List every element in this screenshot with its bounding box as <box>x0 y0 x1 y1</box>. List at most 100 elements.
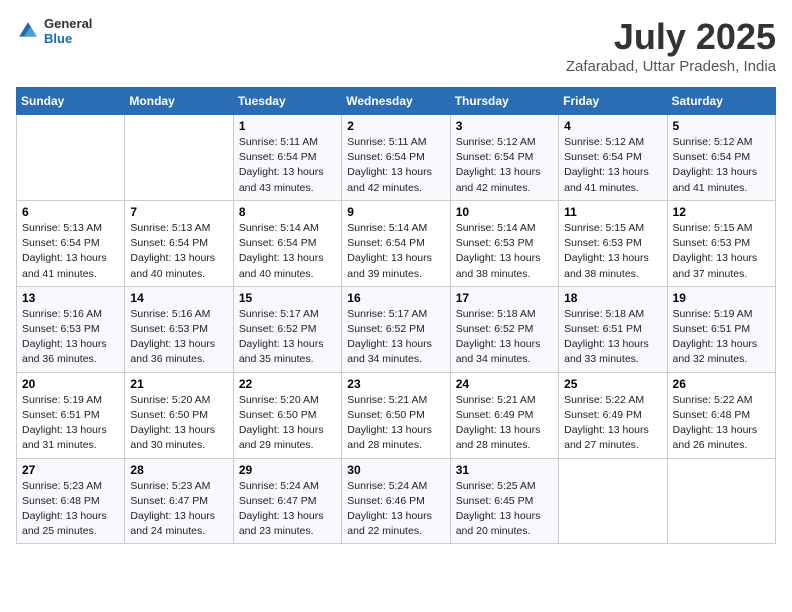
calendar-cell: 25 Sunrise: 5:22 AMSunset: 6:49 PMDayligh… <box>559 372 667 458</box>
logo-blue: Blue <box>44 31 92 46</box>
calendar-cell: 20 Sunrise: 5:19 AMSunset: 6:51 PMDayligh… <box>17 372 125 458</box>
cell-info: Sunrise: 5:24 AMSunset: 6:46 PMDaylight:… <box>347 480 432 538</box>
day-number: 29 <box>239 463 336 477</box>
calendar-cell: 28 Sunrise: 5:23 AMSunset: 6:47 PMDayligh… <box>125 458 233 544</box>
cell-info: Sunrise: 5:22 AMSunset: 6:48 PMDaylight:… <box>673 394 758 452</box>
main-title: July 2025 <box>566 16 776 58</box>
cell-info: Sunrise: 5:11 AMSunset: 6:54 PMDaylight:… <box>347 136 432 194</box>
day-number: 28 <box>130 463 227 477</box>
subtitle: Zafarabad, Uttar Pradesh, India <box>566 58 776 75</box>
calendar-cell: 5 Sunrise: 5:12 AMSunset: 6:54 PMDaylight… <box>667 115 775 201</box>
calendar-cell: 6Sunrise: 5:13 AMSunset: 6:54 PMDaylight… <box>17 200 125 286</box>
day-number: 8 <box>239 205 336 219</box>
cell-info: Sunrise: 5:23 AMSunset: 6:48 PMDaylight:… <box>22 480 107 538</box>
day-number: 13 <box>22 291 119 305</box>
day-number: 10 <box>456 205 553 219</box>
day-number: 1 <box>239 119 336 133</box>
calendar-cell: 3 Sunrise: 5:12 AMSunset: 6:54 PMDaylight… <box>450 115 558 201</box>
calendar-cell: 26 Sunrise: 5:22 AMSunset: 6:48 PMDayligh… <box>667 372 775 458</box>
calendar-cell: 27 Sunrise: 5:23 AMSunset: 6:48 PMDayligh… <box>17 458 125 544</box>
cell-info: Sunrise: 5:12 AMSunset: 6:54 PMDaylight:… <box>456 136 541 194</box>
calendar-cell: 15Sunrise: 5:17 AMSunset: 6:52 PMDayligh… <box>233 286 341 372</box>
calendar-cell <box>559 458 667 544</box>
day-number: 5 <box>673 119 770 133</box>
cell-info: Sunrise: 5:14 AMSunset: 6:54 PMDaylight:… <box>239 222 324 280</box>
cell-info: Sunrise: 5:15 AMSunset: 6:53 PMDaylight:… <box>673 222 758 280</box>
day-number: 11 <box>564 205 661 219</box>
calendar-cell <box>17 115 125 201</box>
day-number: 22 <box>239 377 336 391</box>
calendar-header-row: SundayMondayTuesdayWednesdayThursdayFrid… <box>17 88 776 115</box>
logo-text: General Blue <box>44 16 92 46</box>
calendar-cell: 2Sunrise: 5:11 AMSunset: 6:54 PMDaylight… <box>342 115 450 201</box>
calendar-cell: 11Sunrise: 5:15 AMSunset: 6:53 PMDayligh… <box>559 200 667 286</box>
calendar-cell <box>125 115 233 201</box>
day-number: 24 <box>456 377 553 391</box>
day-number: 4 <box>564 119 661 133</box>
calendar-cell: 12 Sunrise: 5:15 AMSunset: 6:53 PMDayligh… <box>667 200 775 286</box>
day-number: 6 <box>22 205 119 219</box>
calendar-cell: 7 Sunrise: 5:13 AMSunset: 6:54 PMDaylight… <box>125 200 233 286</box>
cell-info: Sunrise: 5:23 AMSunset: 6:47 PMDaylight:… <box>130 480 215 538</box>
header-thursday: Thursday <box>450 88 558 115</box>
day-number: 30 <box>347 463 444 477</box>
header-wednesday: Wednesday <box>342 88 450 115</box>
calendar-cell: 24 Sunrise: 5:21 AMSunset: 6:49 PMDayligh… <box>450 372 558 458</box>
cell-info: Sunrise: 5:18 AMSunset: 6:52 PMDaylight:… <box>456 308 541 366</box>
cell-info: Sunrise: 5:12 AMSunset: 6:54 PMDaylight:… <box>673 136 758 194</box>
day-number: 12 <box>673 205 770 219</box>
calendar-cell: 23 Sunrise: 5:21 AMSunset: 6:50 PMDayligh… <box>342 372 450 458</box>
day-number: 14 <box>130 291 227 305</box>
day-number: 3 <box>456 119 553 133</box>
logo-icon <box>16 19 40 43</box>
cell-info: Sunrise: 5:24 AMSunset: 6:47 PMDaylight:… <box>239 480 324 538</box>
cell-info: Sunrise: 5:19 AMSunset: 6:51 PMDaylight:… <box>673 308 758 366</box>
header-saturday: Saturday <box>667 88 775 115</box>
calendar-cell: 22 Sunrise: 5:20 AMSunset: 6:50 PMDayligh… <box>233 372 341 458</box>
cell-info: Sunrise: 5:22 AMSunset: 6:49 PMDaylight:… <box>564 394 649 452</box>
cell-info: Sunrise: 5:21 AMSunset: 6:50 PMDaylight:… <box>347 394 432 452</box>
cell-info: Sunrise: 5:11 AMSunset: 6:54 PMDaylight:… <box>239 136 324 194</box>
day-number: 27 <box>22 463 119 477</box>
logo: General Blue <box>16 16 92 46</box>
cell-info: Sunrise: 5:20 AMSunset: 6:50 PMDaylight:… <box>239 394 324 452</box>
day-number: 9 <box>347 205 444 219</box>
calendar-table: SundayMondayTuesdayWednesdayThursdayFrid… <box>16 87 776 544</box>
calendar-cell: 14 Sunrise: 5:16 AMSunset: 6:53 PMDayligh… <box>125 286 233 372</box>
week-row-2: 6 Sunrise: 5:13 AMSunset: 6:54 PMDaylight… <box>17 200 776 286</box>
header-tuesday: Tuesday <box>233 88 341 115</box>
day-number: 25 <box>564 377 661 391</box>
day-number: 23 <box>347 377 444 391</box>
cell-info: Sunrise: 5:14 AMSunset: 6:53 PMDaylight:… <box>456 222 541 280</box>
cell-info: Sunrise: 5:20 AMSunset: 6:50 PMDaylight:… <box>130 394 215 452</box>
day-number: 16 <box>347 291 444 305</box>
week-row-1: 1 Sunrise: 5:11 AMSunset: 6:54 PMDaylight… <box>17 115 776 201</box>
day-number: 17 <box>456 291 553 305</box>
calendar-cell: 16 Sunrise: 5:17 AMSunset: 6:52 PMDayligh… <box>342 286 450 372</box>
cell-info: Sunrise: 5:13 AMSunset: 6:54 PMDaylight:… <box>130 222 215 280</box>
day-number: 20 <box>22 377 119 391</box>
calendar-cell: 31Sunrise: 5:25 AMSunset: 6:45 PMDayligh… <box>450 458 558 544</box>
cell-info: Sunrise: 5:19 AMSunset: 6:51 PMDaylight:… <box>22 394 107 452</box>
cell-info: Sunrise: 5:21 AMSunset: 6:49 PMDaylight:… <box>456 394 541 452</box>
day-number: 26 <box>673 377 770 391</box>
day-number: 18 <box>564 291 661 305</box>
cell-info: Sunrise: 5:16 AMSunset: 6:53 PMDaylight:… <box>130 308 215 366</box>
header-monday: Monday <box>125 88 233 115</box>
day-number: 7 <box>130 205 227 219</box>
calendar-cell: 30 Sunrise: 5:24 AMSunset: 6:46 PMDayligh… <box>342 458 450 544</box>
calendar-cell: 4Sunrise: 5:12 AMSunset: 6:54 PMDaylight… <box>559 115 667 201</box>
calendar-cell: 17 Sunrise: 5:18 AMSunset: 6:52 PMDayligh… <box>450 286 558 372</box>
calendar-cell: 29 Sunrise: 5:24 AMSunset: 6:47 PMDayligh… <box>233 458 341 544</box>
day-number: 31 <box>456 463 553 477</box>
cell-info: Sunrise: 5:16 AMSunset: 6:53 PMDaylight:… <box>22 308 107 366</box>
day-number: 21 <box>130 377 227 391</box>
calendar-cell: 13 Sunrise: 5:16 AMSunset: 6:53 PMDayligh… <box>17 286 125 372</box>
calendar-cell <box>667 458 775 544</box>
cell-info: Sunrise: 5:17 AMSunset: 6:52 PMDaylight:… <box>347 308 432 366</box>
calendar-cell: 10 Sunrise: 5:14 AMSunset: 6:53 PMDayligh… <box>450 200 558 286</box>
calendar-cell: 21 Sunrise: 5:20 AMSunset: 6:50 PMDayligh… <box>125 372 233 458</box>
week-row-4: 20 Sunrise: 5:19 AMSunset: 6:51 PMDayligh… <box>17 372 776 458</box>
day-number: 15 <box>239 291 336 305</box>
page-header: General Blue July 2025 Zafarabad, Uttar … <box>16 16 776 75</box>
